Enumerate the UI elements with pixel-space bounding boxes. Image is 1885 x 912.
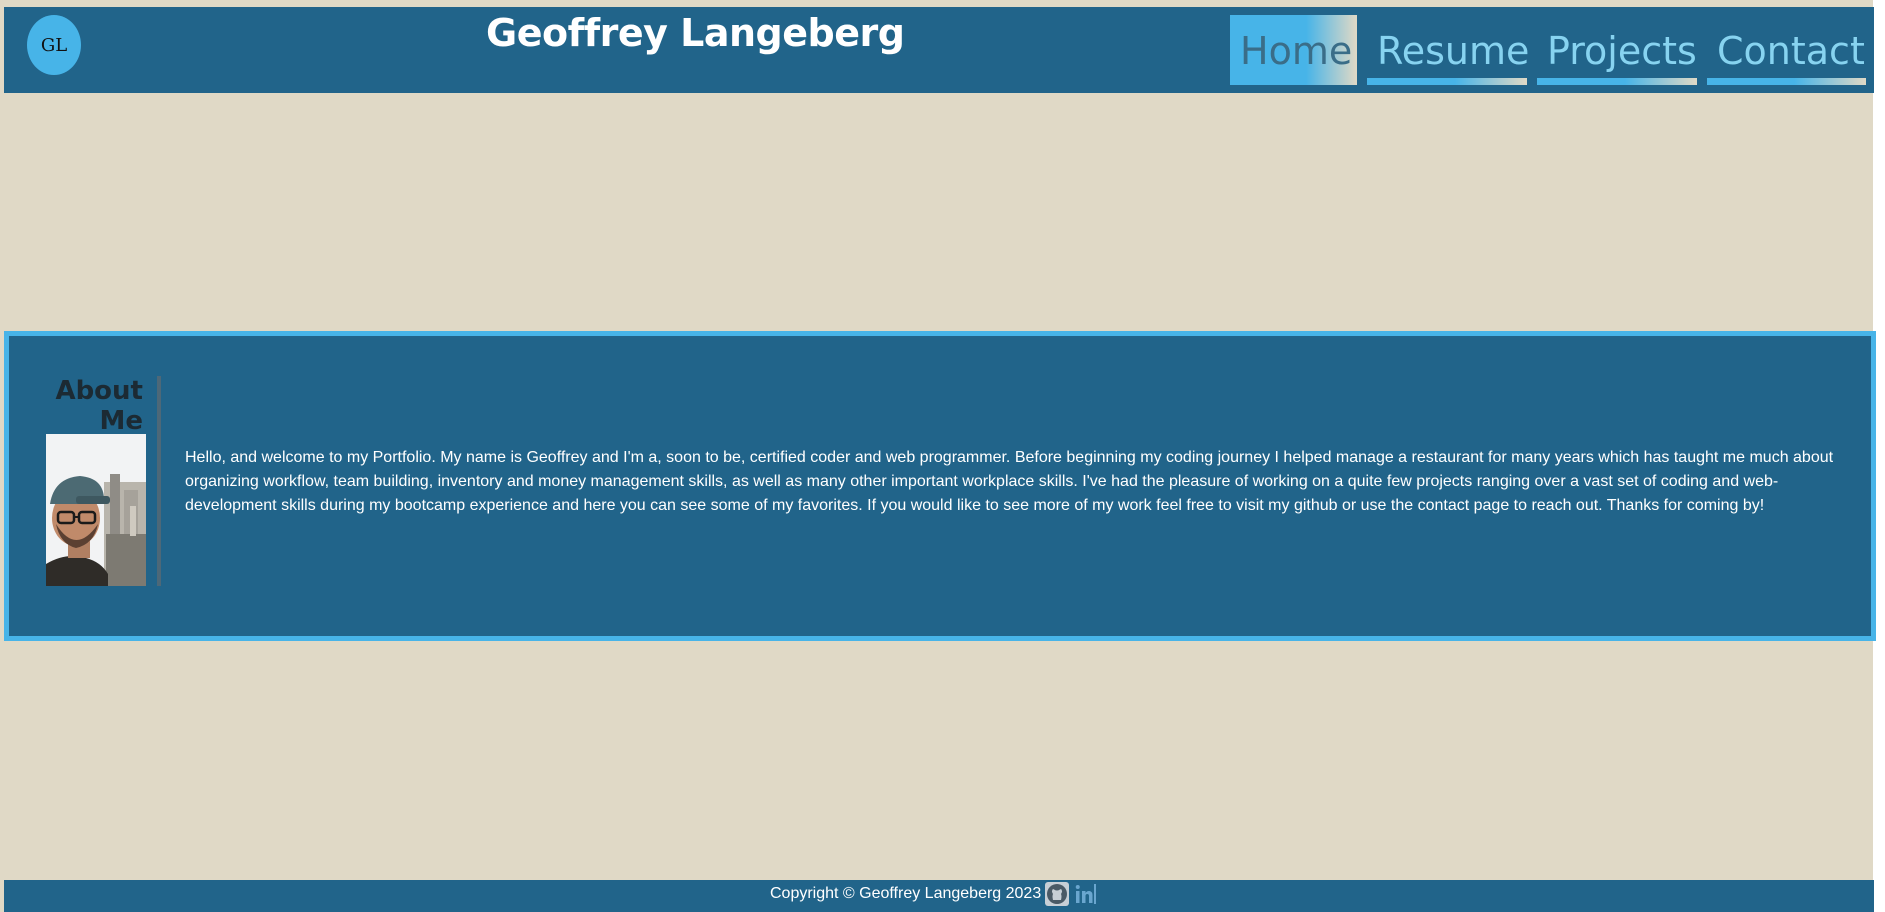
site-footer: Copyright © Geoffrey Langeberg 2023 (4, 880, 1874, 912)
linkedin-icon[interactable] (1073, 882, 1098, 906)
nav-projects-link[interactable]: Projects (1537, 15, 1697, 85)
footer-content: Copyright © Geoffrey Langeberg 2023 (770, 882, 1098, 906)
logo-badge[interactable]: GL (27, 15, 81, 75)
about-sidebar: About Me (45, 376, 161, 586)
about-section: About Me Hello, and welcome to my Portfo… (4, 331, 1876, 641)
site-header: GL Geoffrey Langeberg Home Resume Projec… (4, 7, 1874, 93)
github-icon[interactable] (1045, 882, 1070, 906)
copyright-text: Copyright © Geoffrey Langeberg 2023 (770, 885, 1042, 902)
site-title: Geoffrey Langeberg (486, 11, 905, 55)
nav-resume-link[interactable]: Resume (1367, 15, 1529, 85)
profile-photo (46, 434, 146, 586)
main-nav: Home Resume Projects Contact (1230, 15, 1866, 85)
nav-home-link[interactable]: Home (1230, 15, 1357, 85)
nav-contact-link[interactable]: Contact (1707, 15, 1866, 85)
about-text: Hello, and welcome to my Portfolio. My n… (185, 449, 1834, 514)
about-heading: About Me (45, 376, 143, 436)
about-heading-text: About Me (55, 376, 143, 436)
